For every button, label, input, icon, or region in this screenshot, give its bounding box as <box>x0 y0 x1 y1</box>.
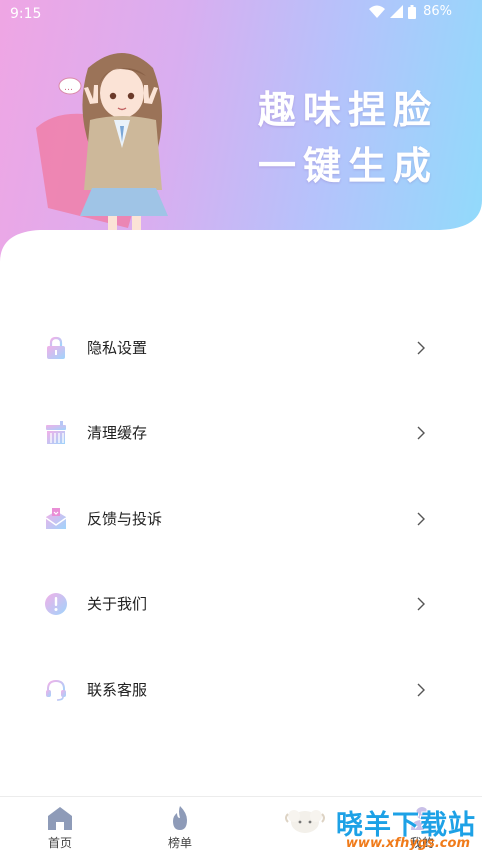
wifi-icon <box>369 5 386 18</box>
battery-icon <box>408 4 417 19</box>
signal-icon <box>390 5 404 18</box>
slogan-line-1: 趣味捏脸 <box>257 88 438 132</box>
chevron-right-icon <box>417 426 425 440</box>
broom-icon <box>46 421 66 445</box>
hero-banner: 9:15 86% … 趣味捏脸 一键生成 <box>0 0 482 300</box>
battery-percent: 86% <box>423 4 452 19</box>
menu-item-privacy[interactable]: 隐私设置 <box>0 305 482 391</box>
svg-text:…: … <box>64 83 73 93</box>
info-icon <box>45 593 67 616</box>
headset-icon <box>46 679 66 701</box>
slogan: 趣味捏脸 一键生成 <box>218 82 438 194</box>
tab-home[interactable]: 首页 <box>10 797 110 858</box>
chevron-right-icon <box>417 341 425 355</box>
status-bar: 9:15 86% <box>0 0 482 28</box>
flame-icon <box>173 806 187 830</box>
tab-label: 首页 <box>47 836 72 850</box>
watermark: 晓羊下载站 www.xfhygs.com <box>326 803 476 855</box>
status-icons: 86% <box>369 4 452 19</box>
menu-label: 清理缓存 <box>87 424 148 443</box>
menu-item-feedback[interactable]: 反馈与投诉 <box>0 476 482 562</box>
status-time: 9:15 <box>10 6 42 22</box>
lock-icon <box>47 336 65 359</box>
chevron-right-icon <box>417 512 425 526</box>
watermark-url: www.xfhygs.com <box>345 836 470 851</box>
settings-menu: 隐私设置 清理缓存 反馈与投诉 关于我们 联系客服 <box>0 305 482 733</box>
menu-label: 反馈与投诉 <box>87 509 163 528</box>
menu-item-about[interactable]: 关于我们 <box>0 562 482 648</box>
slogan-line-2: 一键生成 <box>257 144 438 188</box>
chevron-right-icon <box>417 683 425 697</box>
menu-label: 关于我们 <box>87 595 148 614</box>
mail-icon <box>45 507 67 529</box>
menu-item-clear-cache[interactable]: 清理缓存 <box>0 391 482 477</box>
tab-ranking[interactable]: 榜单 <box>130 797 230 858</box>
home-icon <box>48 807 72 830</box>
menu-item-customer-service[interactable]: 联系客服 <box>0 647 482 733</box>
menu-label: 隐私设置 <box>87 338 148 357</box>
sheep-logo-icon <box>285 810 325 833</box>
menu-label: 联系客服 <box>87 680 148 699</box>
tab-label: 榜单 <box>167 836 192 850</box>
chevron-right-icon <box>417 597 425 611</box>
hero-curve-divider <box>0 200 482 300</box>
